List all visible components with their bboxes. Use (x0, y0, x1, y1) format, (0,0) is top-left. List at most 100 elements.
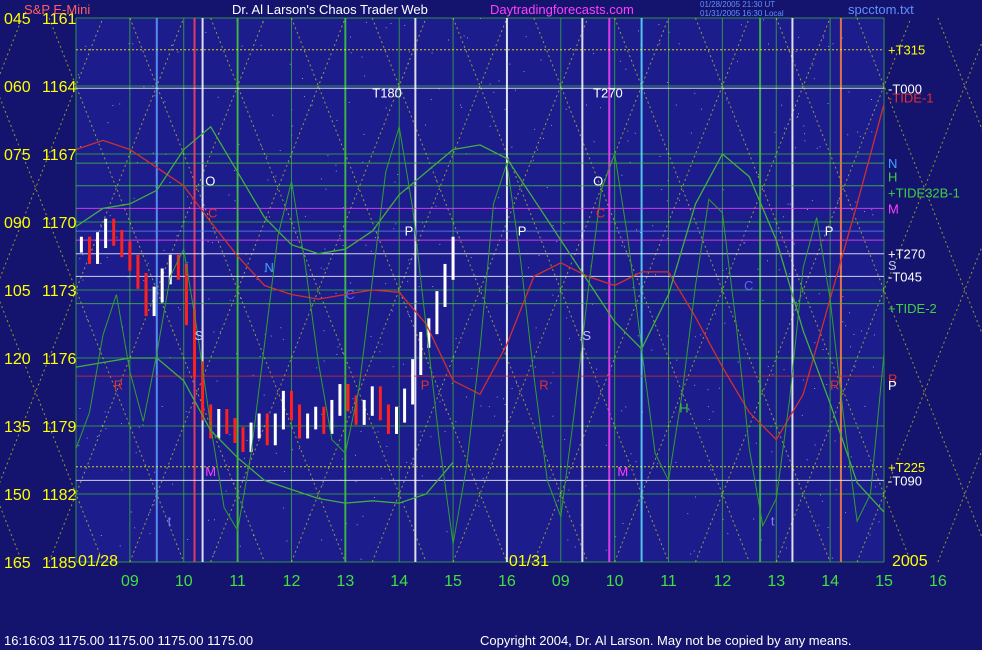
background-dot (460, 104, 461, 106)
background-dot (208, 298, 210, 300)
right-level-label: +TIDE32B-1 (888, 186, 960, 201)
background-dot (261, 145, 263, 147)
background-dot (337, 346, 339, 348)
background-dot (795, 147, 797, 149)
background-dot (837, 200, 839, 202)
background-dot (675, 104, 677, 106)
background-dot (827, 103, 829, 104)
background-dot (667, 335, 669, 337)
background-dot (119, 103, 121, 105)
background-dot (496, 396, 498, 398)
background-dot (570, 48, 571, 49)
background-dot (652, 225, 654, 227)
background-dot (239, 545, 241, 547)
background-dot (726, 99, 728, 101)
website-link[interactable]: Daytradingforecasts.com (490, 2, 634, 17)
event-letter-mark: M (617, 464, 628, 479)
background-dot (260, 44, 262, 46)
background-dot (420, 431, 422, 433)
background-dot (172, 483, 174, 485)
chaos-trader-chart: OCNSRMtCPPPROCSMHtCPRT180 T270165 1185150 1… (0, 0, 982, 650)
background-dot (542, 138, 544, 139)
background-dot (864, 405, 866, 407)
timestamp-local: 01/31/2005 16:30 Local (700, 9, 784, 18)
y-axis-cycle-label: 150 (4, 487, 31, 504)
background-dot (109, 215, 111, 217)
background-dot (634, 132, 636, 134)
background-dot (303, 96, 305, 98)
background-dot (142, 424, 144, 426)
background-dot (655, 274, 656, 276)
background-dot (489, 125, 491, 127)
background-dot (712, 411, 714, 413)
background-dot (845, 512, 847, 514)
background-dot (847, 134, 849, 136)
background-dot (556, 241, 558, 243)
background-dot (283, 507, 285, 509)
background-dot (461, 106, 463, 108)
event-letter-mark: P (421, 378, 430, 393)
background-dot (161, 406, 163, 407)
background-dot (508, 286, 510, 288)
background-dot (767, 366, 769, 368)
background-dot (348, 101, 350, 103)
background-dot (690, 553, 692, 555)
background-dot (121, 423, 122, 425)
background-dot (593, 141, 595, 143)
background-dot (767, 260, 768, 262)
background-dot (778, 269, 780, 271)
background-dot (657, 463, 659, 465)
background-dot (379, 351, 381, 353)
y-axis-price-label: 1176 (42, 351, 77, 368)
background-dot (621, 174, 623, 176)
background-dot (781, 104, 783, 106)
background-dot (86, 319, 88, 321)
background-dot (316, 367, 318, 369)
background-dot (818, 524, 820, 526)
background-dot (470, 257, 472, 258)
background-dot (365, 244, 367, 246)
background-dot (431, 52, 433, 54)
background-dot (814, 444, 816, 446)
background-dot (514, 89, 516, 91)
right-level-label: +T315 (888, 43, 925, 58)
y-axis-price-label: 1179 (42, 419, 77, 436)
background-dot (504, 108, 506, 110)
background-dot (784, 127, 785, 129)
background-dot (804, 140, 806, 142)
background-dot (676, 359, 678, 361)
background-dot (845, 325, 847, 327)
background-dot (835, 489, 837, 491)
background-dot (274, 179, 276, 181)
background-dot (408, 51, 410, 53)
background-dot (402, 363, 404, 365)
background-dot (552, 294, 554, 296)
background-dot (621, 245, 623, 247)
background-dot (718, 387, 720, 389)
background-dot (803, 125, 805, 127)
background-dot (827, 527, 829, 529)
background-dot (605, 549, 607, 551)
background-dot (795, 301, 797, 303)
x-axis-tick-label: 15 (875, 573, 893, 590)
background-dot (107, 122, 109, 124)
background-dot (774, 131, 776, 133)
background-dot (246, 439, 248, 441)
background-dot (82, 279, 84, 281)
x-axis-tick-label: 10 (175, 573, 193, 590)
background-dot (130, 511, 132, 513)
background-dot (79, 408, 81, 409)
background-dot (822, 349, 824, 350)
background-dot (352, 398, 354, 400)
background-dot (100, 263, 102, 264)
background-dot (270, 335, 272, 337)
background-dot (679, 199, 680, 201)
background-dot (154, 95, 156, 97)
background-dot (100, 535, 102, 536)
background-dot (287, 413, 289, 415)
background-dot (872, 214, 874, 216)
background-dot (152, 152, 154, 154)
background-dot (694, 384, 696, 386)
background-dot (511, 146, 513, 148)
event-letter-mark: N (265, 260, 274, 275)
